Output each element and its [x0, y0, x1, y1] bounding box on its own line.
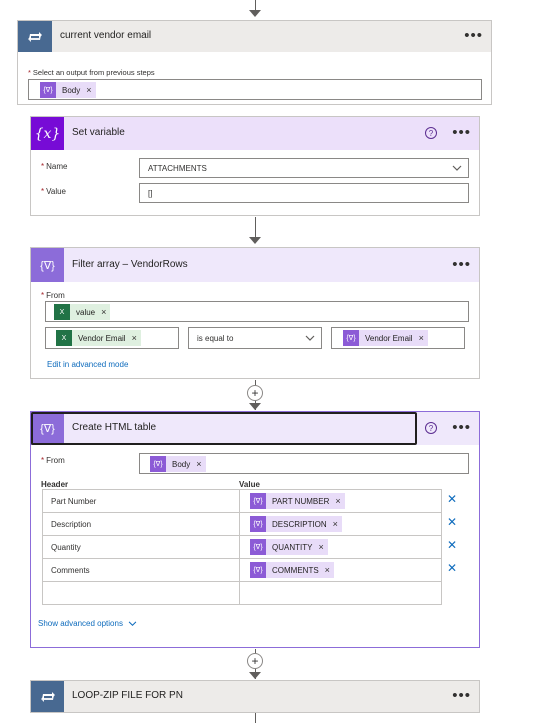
- set-variable-title: Set variable: [72, 127, 125, 138]
- expression-icon: {∇}: [250, 516, 266, 532]
- expression-icon: {∇}: [250, 493, 266, 509]
- expression-icon: {∇}: [343, 330, 359, 346]
- description-token[interactable]: {∇} DESCRIPTION ×: [250, 516, 342, 532]
- chevron-down-icon: [452, 165, 462, 171]
- help-icon[interactable]: ?: [425, 422, 437, 434]
- help-icon[interactable]: ?: [425, 127, 437, 139]
- chevron-down-icon: [305, 335, 315, 341]
- connector-arrow-icon: [249, 237, 261, 244]
- loop-zip-title: LOOP-ZIP FILE FOR PN: [72, 690, 183, 701]
- set-variable-card: {x} Set variable ? ••• * Name ATTACHMENTS…: [30, 116, 480, 216]
- header-cell[interactable]: Description: [42, 512, 240, 536]
- new-value-cell[interactable]: [239, 581, 442, 605]
- delete-row-icon[interactable]: ✕: [447, 492, 457, 506]
- expression-icon: {∇}: [40, 82, 56, 98]
- loop-zip-header[interactable]: LOOP-ZIP FILE FOR PN •••: [31, 681, 479, 712]
- condition-left-field[interactable]: X Vendor Email ×: [45, 327, 179, 349]
- condition-right-field[interactable]: {∇} Vendor Email ×: [331, 327, 465, 349]
- connector-line: [255, 0, 256, 10]
- chevron-down-icon: [128, 620, 137, 626]
- value-label: * Value: [41, 187, 66, 196]
- header-cell[interactable]: Part Number: [42, 489, 240, 513]
- header-cell[interactable]: Comments: [42, 558, 240, 582]
- remove-token-icon[interactable]: ×: [196, 459, 201, 469]
- insert-step-plus-icon[interactable]: +: [247, 385, 263, 401]
- connector-arrow-icon: [249, 672, 261, 679]
- remove-token-icon[interactable]: ×: [132, 333, 137, 343]
- filter-array-title: Filter array – VendorRows: [72, 259, 188, 270]
- delete-row-icon[interactable]: ✕: [447, 561, 457, 575]
- value-cell[interactable]: {∇} PART NUMBER ×: [239, 489, 442, 513]
- operator-dropdown[interactable]: is equal to: [188, 327, 322, 349]
- apply-to-each-title: current vendor email: [60, 30, 152, 41]
- body-token[interactable]: {∇} Body ×: [40, 82, 96, 98]
- apply-to-each-header[interactable]: current vendor email •••: [18, 21, 491, 52]
- body-token[interactable]: {∇} Body ×: [150, 456, 206, 472]
- loop-zip-card: LOOP-ZIP FILE FOR PN •••: [30, 680, 480, 713]
- delete-row-icon[interactable]: ✕: [447, 538, 457, 552]
- show-advanced-options-link[interactable]: Show advanced options: [38, 619, 137, 628]
- set-variable-header[interactable]: {x} Set variable ? •••: [31, 117, 479, 150]
- connector-line: [255, 713, 256, 723]
- value-token[interactable]: X value ×: [54, 304, 111, 320]
- value-cell[interactable]: {∇} QUANTITY ×: [239, 535, 442, 559]
- remove-token-icon[interactable]: ×: [333, 519, 338, 529]
- from-label: * From: [41, 291, 65, 300]
- data-operation-icon: {∇}: [31, 248, 64, 282]
- vendor-email-token[interactable]: X Vendor Email ×: [56, 330, 141, 346]
- more-options-icon[interactable]: •••: [452, 257, 471, 272]
- loop-icon: [31, 681, 64, 712]
- remove-token-icon[interactable]: ×: [318, 542, 323, 552]
- remove-token-icon[interactable]: ×: [325, 565, 330, 575]
- from-label: * From: [41, 456, 65, 465]
- remove-token-icon[interactable]: ×: [86, 85, 91, 95]
- vendor-email-token[interactable]: {∇} Vendor Email ×: [343, 330, 428, 346]
- expression-icon: {∇}: [150, 456, 166, 472]
- name-dropdown[interactable]: ATTACHMENTS: [139, 158, 469, 178]
- header-column-label: Header: [41, 480, 69, 489]
- quantity-token[interactable]: {∇} QUANTITY ×: [250, 539, 328, 555]
- loop-icon: [18, 21, 52, 52]
- expression-icon: {∇}: [250, 562, 266, 578]
- create-html-table-card: {∇} Create HTML table ? ••• * From {∇} Bo…: [30, 411, 480, 648]
- from-field[interactable]: {∇} Body ×: [139, 453, 469, 474]
- focus-outline: [31, 412, 417, 445]
- delete-row-icon[interactable]: ✕: [447, 515, 457, 529]
- name-label: * Name: [41, 162, 68, 171]
- comments-token[interactable]: {∇} COMMENTS ×: [250, 562, 334, 578]
- value-cell[interactable]: {∇} COMMENTS ×: [239, 558, 442, 582]
- remove-token-icon[interactable]: ×: [101, 307, 106, 317]
- connector-line: [255, 217, 256, 237]
- variable-icon: {x}: [31, 117, 64, 150]
- filter-array-card: {∇} Filter array – VendorRows ••• * From …: [30, 247, 480, 379]
- remove-token-icon[interactable]: ×: [335, 496, 340, 506]
- apply-to-each-card: current vendor email ••• * Select an outp…: [17, 20, 492, 105]
- more-options-icon[interactable]: •••: [452, 420, 471, 435]
- insert-step-plus-icon[interactable]: +: [247, 653, 263, 669]
- expression-icon: {∇}: [250, 539, 266, 555]
- output-field[interactable]: {∇} Body ×: [28, 79, 482, 100]
- new-header-cell[interactable]: [42, 581, 240, 605]
- connector-arrow-icon: [249, 10, 261, 17]
- output-label: * Select an output from previous steps: [28, 68, 155, 77]
- part-number-token[interactable]: {∇} PART NUMBER ×: [250, 493, 345, 509]
- header-cell[interactable]: Quantity: [42, 535, 240, 559]
- filter-array-header[interactable]: {∇} Filter array – VendorRows •••: [31, 248, 479, 282]
- more-options-icon[interactable]: •••: [464, 28, 483, 43]
- value-cell[interactable]: {∇} DESCRIPTION ×: [239, 512, 442, 536]
- more-options-icon[interactable]: •••: [452, 125, 471, 140]
- value-field[interactable]: []: [139, 183, 469, 203]
- remove-token-icon[interactable]: ×: [419, 333, 424, 343]
- value-column-label: Value: [239, 480, 260, 489]
- excel-icon: X: [54, 304, 70, 320]
- edit-advanced-mode-link[interactable]: Edit in advanced mode: [47, 360, 128, 369]
- excel-icon: X: [56, 330, 72, 346]
- connector-arrow-icon: [249, 403, 261, 410]
- from-field[interactable]: X value ×: [45, 301, 469, 322]
- more-options-icon[interactable]: •••: [452, 688, 471, 703]
